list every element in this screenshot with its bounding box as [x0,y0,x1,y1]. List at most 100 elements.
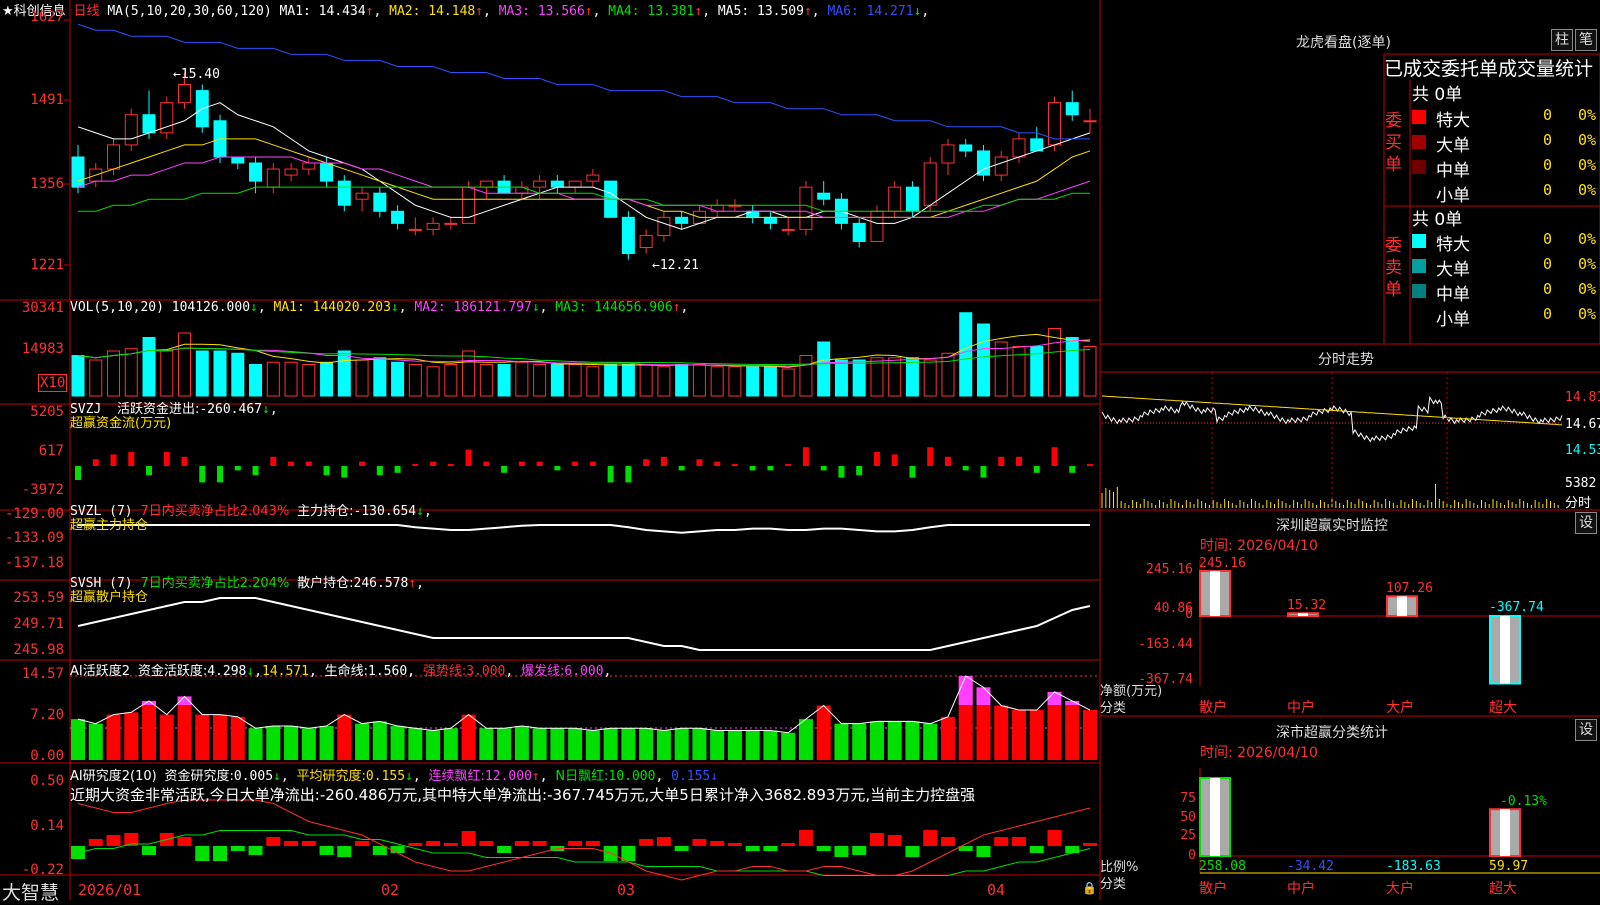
intraday-title: 分时走势 [1318,352,1374,368]
flow-bar [146,466,153,476]
research-bar [301,841,316,846]
bar-mode-button[interactable]: 柱 [1551,29,1573,51]
flow-bar [359,461,366,466]
legend-swatch [1412,309,1426,323]
candle-body [479,180,493,188]
vol-value: 104126.000 [171,300,251,315]
volume-bar [337,350,351,397]
order-percent: 0% [1578,255,1597,273]
classify-bar-value: 59.97 [1489,859,1529,874]
classify-title: 深市超赢分类统计 [1276,725,1388,741]
candle-body [852,222,866,242]
ma-value: MA2: 14.148↑ [389,4,484,19]
volume-bar [533,364,547,397]
candle-body [763,216,777,224]
lock-icon[interactable]: 🔒 [1082,881,1097,895]
research-line [77,830,1091,876]
monitor-settings-button[interactable]: 设 [1575,512,1597,534]
vol-arrow: ↓ [250,300,258,315]
research-bar [1083,843,1097,846]
monitor-bar-highlight [1500,616,1510,684]
research-bar [390,846,405,853]
ai2-comment: 近期大资金非常活跃,今日大单净流出:-260.486万元,其中特大单净流出:-3… [70,786,976,804]
candle-body [675,216,689,224]
candle-body [462,186,476,224]
period-label[interactable]: 日线 [74,4,100,19]
flow-bar [92,459,99,466]
activity-bar [710,730,725,760]
flow-bar [536,461,543,466]
activity-bar [337,714,352,760]
price-axis-label: 1627 [30,9,64,25]
activity-bar [1083,710,1097,760]
flow-bar [856,466,863,476]
research-bar [514,841,529,846]
volume-bar [195,350,209,397]
volume-bar [213,350,227,397]
candle-body [959,144,973,152]
candle-body [107,144,121,170]
ai1-text: 资金活跃度: [137,664,208,679]
volume-bar [781,368,795,397]
activity-bar [674,728,689,760]
monitor-bar-highlight [1397,596,1407,616]
volume-bar [231,352,245,397]
classify-time: 时间: 2026/04/10 [1200,745,1318,761]
intraday-price-low: 14.53 [1565,443,1600,458]
research-bar [887,835,902,846]
research-bar [266,837,281,846]
monitor-xlabel: 分类 [1100,701,1127,716]
date-label: 02 [381,881,400,899]
activity-bar [124,712,139,760]
tick-mode-button[interactable]: 笔 [1575,29,1597,51]
monitor-category: 大户 [1386,700,1414,716]
volume-bar [373,357,387,397]
flow-bar [607,466,614,483]
intraday-vol: 5382 [1565,476,1597,491]
flow-bar [110,454,117,466]
activity-bar [408,728,423,760]
lhb-title: 龙虎看盘(逐单) [1296,35,1391,51]
flow-bar [252,466,259,476]
svsh-sub: 超赢散户持仓 [70,590,149,605]
volume-bar [71,355,85,397]
flow-bar [731,464,738,466]
flow-bar [678,466,685,471]
ai2-v5: 0.155 [671,769,711,784]
research-bar [585,841,600,846]
ai2-axis-mid: 0.14 [30,818,64,834]
volume-bar [604,364,618,397]
candle-body [817,192,831,200]
order-count: 0 [1543,230,1553,248]
classify-category: 中户 [1287,881,1315,897]
flow-bar [572,461,579,466]
svsh-value: 246.578 [353,576,409,591]
volume-bar [1012,346,1026,397]
research-bar [639,839,654,846]
activity-bar [568,728,583,760]
activity-bar [745,730,760,760]
candle-body [781,228,795,231]
flow-bar [1015,456,1022,466]
flow-bar [412,464,419,466]
svzl-axis-mid: -133.09 [4,530,64,546]
classify-bar-highlight [1500,809,1510,856]
research-bar [621,846,636,861]
research-bar [869,833,884,846]
order-size-label: 小单 [1436,310,1470,330]
activity-bar [923,723,938,760]
research-bar [994,837,1009,846]
flow-bar [891,454,898,466]
activity-bar [372,721,387,760]
ai1-v2: 14.571 [262,664,309,679]
activity-bar [781,732,796,760]
volume-bar [852,359,866,397]
volume-bar [462,350,476,397]
research-bar [905,846,920,857]
activity-burst [177,696,192,705]
ma-line-ma2 [77,138,1091,218]
candle-body [337,180,351,206]
classify-settings-button[interactable]: 设 [1575,719,1597,741]
candle-body [373,192,387,212]
volume-bar [976,323,990,397]
